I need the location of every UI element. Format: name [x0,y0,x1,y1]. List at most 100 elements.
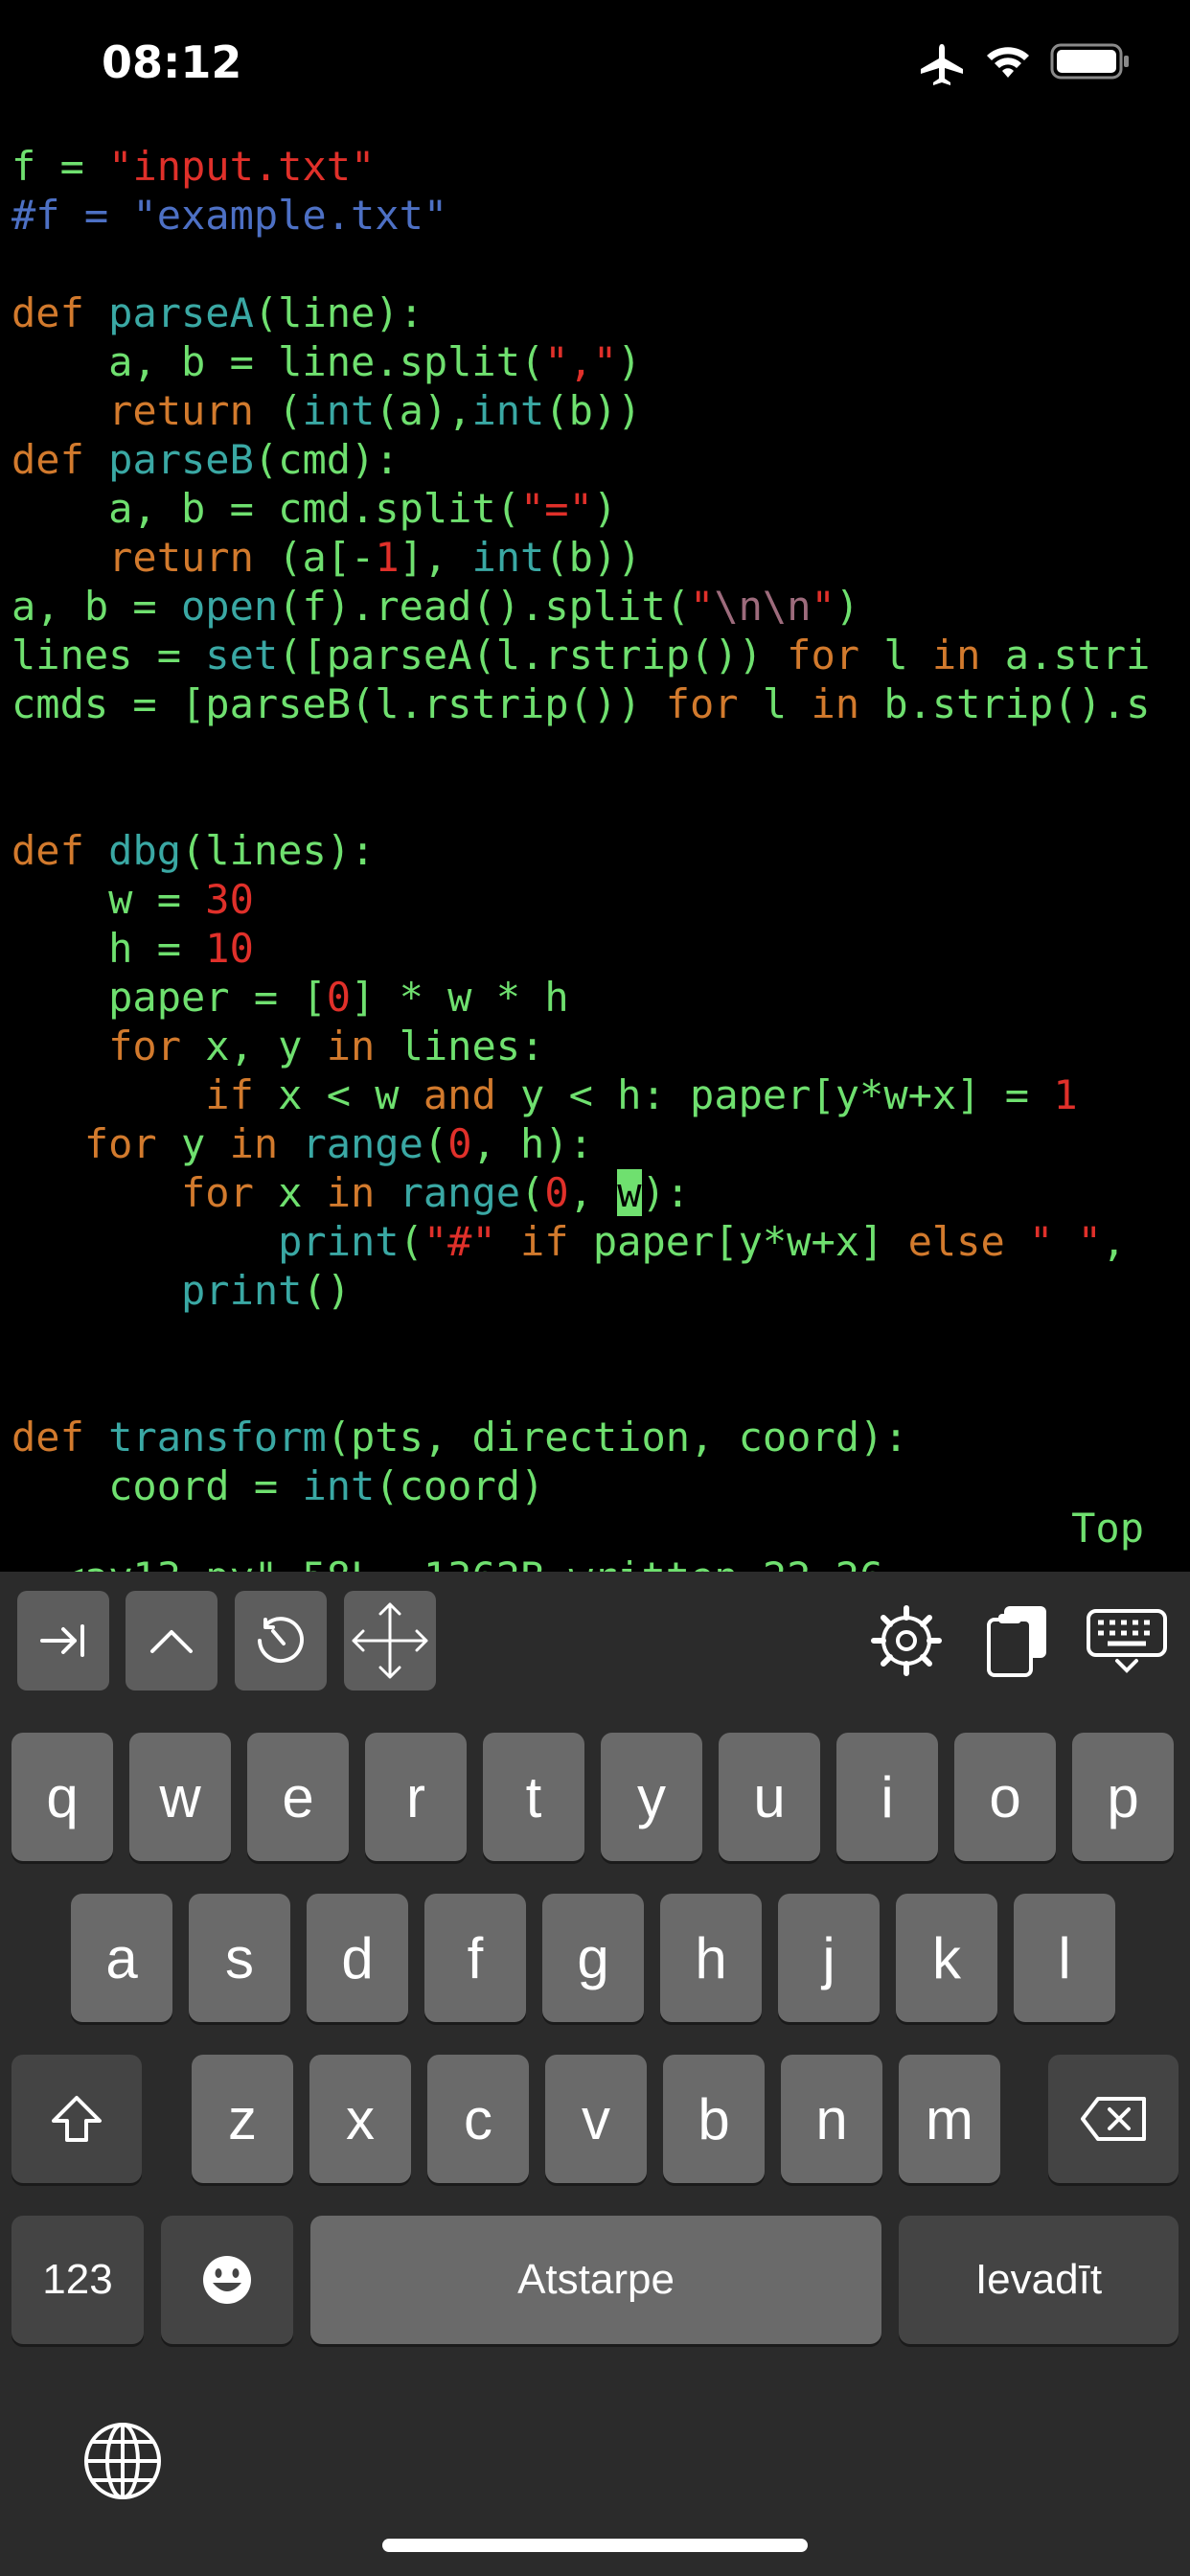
code-line[interactable]: a, b = line.split(",") [11,337,641,386]
code-token: print [11,1267,303,1314]
space-key[interactable]: Atstarpe [310,2216,881,2344]
code-token: dbg [108,827,182,874]
code-line[interactable]: def dbg(lines): [11,826,375,875]
code-editor[interactable]: f = "input.txt" #f = "example.txt" def par… [0,134,1190,1572]
code-line[interactable]: a, b = cmd.split("=") [11,484,617,533]
code-token: h = [11,925,206,972]
key-w[interactable]: w [129,1733,231,1861]
key-e[interactable]: e [247,1733,349,1861]
clipboard-button[interactable] [972,1591,1064,1690]
shift-key[interactable] [11,2055,142,2183]
code-line[interactable]: a, b = open(f).read().split("\n\n") [11,582,859,631]
code-token: for [665,680,739,727]
key-g[interactable]: g [542,1894,644,2022]
code-line[interactable]: w = 30 [11,875,254,924]
code-token: " [690,583,715,630]
key-d[interactable]: d [307,1894,408,2022]
emoji-key[interactable] [161,2216,293,2344]
code-line[interactable]: return (int(a),int(b)) [11,386,641,435]
code-token: a, b = cmd.split( [11,485,521,532]
key-u[interactable]: u [719,1733,820,1861]
code-token: a, b = [11,583,182,630]
code-line[interactable]: cmds = [parseB(l.rstrip()) for l in b.st… [11,679,1150,728]
key-h[interactable]: h [660,1894,762,2022]
code-token: y [156,1120,230,1167]
code-token: in [811,680,860,727]
numbers-key[interactable]: 123 [11,2216,144,2344]
history-button[interactable] [235,1591,327,1690]
code-line[interactable]: f = "input.txt" [11,142,375,191]
code-token: a, b = line.split( [11,338,545,385]
code-token: int [471,387,545,434]
code-line[interactable]: print() [11,1266,351,1315]
key-n[interactable]: n [781,2055,882,2183]
code-token: x < w [253,1071,423,1118]
code-token: if [495,1218,569,1265]
key-k[interactable]: k [896,1894,997,2022]
code-line[interactable]: def transform(pts, direction, coord): [11,1413,908,1461]
code-token: lines = [11,632,206,678]
key-q[interactable]: q [11,1733,113,1861]
key-f[interactable]: f [424,1894,526,2022]
hide-keyboard-button[interactable] [1081,1591,1173,1690]
code-token: ] * w * h [351,974,569,1021]
code-line[interactable]: return (a[-1], int(b)) [11,533,641,582]
code-line[interactable]: h = 10 [11,924,254,973]
code-token: int [302,1462,376,1509]
code-token: in [326,1023,376,1070]
code-line[interactable]: for x, y in lines: [11,1022,544,1070]
scroll-position: Top [1071,1505,1144,1552]
code-token: (b)) [544,387,642,434]
key-t[interactable]: t [483,1733,584,1861]
code-line[interactable]: for x in range(0, w): [11,1168,690,1217]
code-token: else [907,1218,1005,1265]
code-token: ( [278,387,303,434]
key-l[interactable]: l [1014,1894,1115,2022]
key-j[interactable]: j [778,1894,880,2022]
key-x[interactable]: x [309,2055,411,2183]
backspace-key[interactable] [1048,2055,1179,2183]
key-i[interactable]: i [836,1733,938,1861]
key-b[interactable]: b [663,2055,765,2183]
code-token: " " [1004,1218,1102,1265]
code-line[interactable]: paper = [0] * w * h [11,973,569,1022]
key-p[interactable]: p [1072,1733,1174,1861]
code-token: "#" [423,1218,496,1265]
key-c[interactable]: c [427,2055,529,2183]
tab-button[interactable] [17,1591,109,1690]
code-line[interactable]: for y in range(0, h): [11,1119,593,1168]
code-token: open [181,583,279,630]
key-s[interactable]: s [189,1894,290,2022]
key-m[interactable]: m [899,2055,1000,2183]
code-token: ) [617,338,642,385]
ctrl-caret-icon [150,1630,193,1653]
code-token: transform [108,1414,327,1460]
code-token: #f = "example.txt" [11,192,448,239]
globe-icon[interactable] [82,2421,163,2501]
code-line[interactable]: def parseB(cmd): [11,435,400,484]
code-line[interactable]: print("#" if paper[y*w+x] else " ", [11,1217,1126,1266]
code-token: for [11,1120,157,1167]
code-token: if [11,1071,254,1118]
code-token: f = [11,143,109,190]
code-token: " [811,583,835,630]
code-line[interactable]: #f = "example.txt" [11,191,447,240]
move-cursor-button[interactable] [344,1591,436,1690]
settings-button[interactable] [860,1591,952,1690]
code-line[interactable]: if x < w and y < h: paper[y*w+x] = 1 [11,1070,1077,1119]
ctrl-button[interactable] [126,1591,217,1690]
code-token: x, y [181,1023,327,1070]
key-o[interactable]: o [954,1733,1056,1861]
return-key[interactable]: Ievadīt [899,2216,1179,2344]
code-token: b.strip().s [859,680,1151,727]
key-v[interactable]: v [545,2055,647,2183]
status-bar: 08:12 [0,0,1190,134]
code-line[interactable]: lines = set([parseA(l.rstrip()) for l in… [11,631,1150,679]
key-y[interactable]: y [601,1733,702,1861]
key-a[interactable]: a [71,1894,172,2022]
code-line[interactable]: def parseA(line): [11,288,423,337]
key-r[interactable]: r [365,1733,467,1861]
gear-icon [871,1605,942,1676]
code-token: ( [520,1169,545,1216]
key-z[interactable]: z [192,2055,293,2183]
